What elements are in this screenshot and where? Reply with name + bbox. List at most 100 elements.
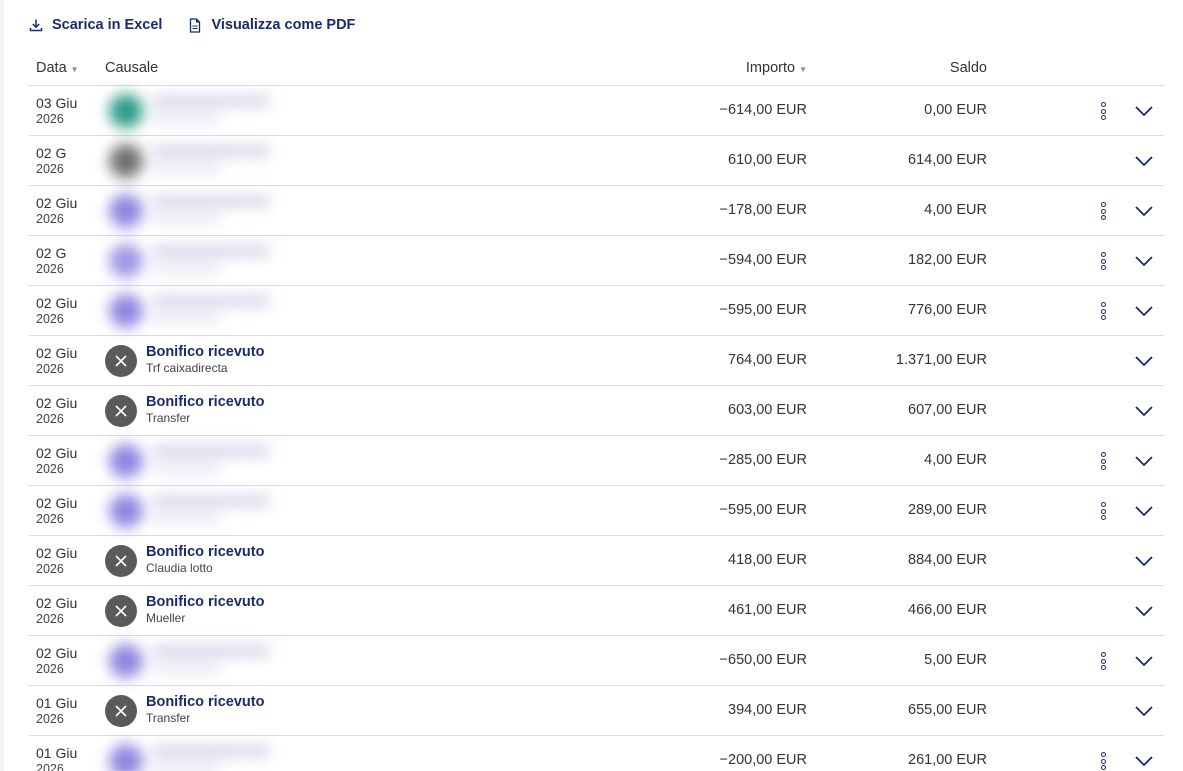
transaction-day: 02 Giu (36, 595, 78, 611)
kebab-menu-icon[interactable] (1095, 751, 1111, 771)
document-pdf-icon (190, 17, 201, 33)
transaction-title: Bonifico ricevuto (146, 394, 265, 410)
transaction-amount: 764,00 EUR (728, 352, 807, 368)
transaction-balance: 655,00 EUR (908, 702, 987, 718)
redacted-avatar (109, 244, 143, 278)
transaction-date: 02 Giu 2026 (36, 645, 77, 677)
kebab-menu-icon[interactable] (1095, 201, 1111, 221)
chevron-down-icon[interactable] (1133, 601, 1155, 621)
chevron-down-icon[interactable] (1133, 101, 1155, 121)
transaction-subtitle: Transfer (146, 711, 191, 725)
table-row[interactable]: 02 Giu 2026 Bonifico ricevuto Mueller 461,00… (29, 586, 1164, 636)
column-header-importo[interactable]: Importo ▼ (746, 60, 807, 76)
chevron-down-icon[interactable] (1133, 551, 1155, 571)
chevron-down-icon[interactable] (1133, 501, 1155, 521)
table-row[interactable]: 02 G 2026 −594,00 EUR 182,00 EUR (29, 236, 1164, 286)
kebab-menu-icon[interactable] (1095, 651, 1111, 671)
download-excel-button[interactable]: Scarica in Excel (29, 17, 162, 33)
table-row[interactable]: 03 Giu 2026 −614,00 EUR 0,00 EUR (29, 86, 1164, 136)
column-header-date[interactable]: Data ▼ (36, 60, 79, 76)
kebab-menu-icon[interactable] (1095, 451, 1111, 471)
table-row[interactable]: 01 Giu 2026 −200,00 EUR 261,00 EUR (29, 736, 1164, 771)
transaction-balance: 607,00 EUR (908, 402, 987, 418)
redacted-description (91, 732, 341, 771)
redacted-text-line (151, 446, 271, 456)
table-row[interactable]: 02 Giu 2026 −178,00 EUR 4,00 EUR (29, 186, 1164, 236)
transaction-balance: 466,00 EUR (908, 602, 987, 618)
transaction-day: 02 Giu (36, 645, 78, 661)
transaction-balance: 4,00 EUR (924, 202, 987, 218)
transaction-year: 2026 (36, 212, 64, 226)
table-body: 03 Giu 2026 −614,00 EUR 0,00 EUR 02 G 2026 610… (29, 86, 1164, 771)
table-row[interactable]: 02 Giu 2026 −650,00 EUR 5,00 EUR (29, 636, 1164, 686)
redacted-text-line (151, 96, 271, 106)
transaction-day: 02 Giu (36, 395, 78, 411)
transaction-day: 02 Giu (36, 545, 78, 561)
transaction-year: 2026 (36, 462, 64, 476)
chevron-down-icon[interactable] (1133, 301, 1155, 321)
transaction-year: 2026 (36, 512, 64, 526)
transaction-day: 01 Giu (36, 745, 78, 761)
chevron-down-icon[interactable] (1133, 451, 1155, 471)
redacted-description (91, 182, 341, 242)
transaction-description: Bonifico ricevuto Mueller (146, 594, 264, 626)
transaction-day: 02 G (36, 145, 67, 161)
table-row[interactable]: 01 Giu 2026 Bonifico ricevuto Transfer 394,0… (29, 686, 1164, 736)
transaction-year: 2026 (36, 712, 64, 726)
redacted-text-line (151, 146, 271, 156)
redacted-avatar (109, 194, 143, 228)
kebab-menu-icon[interactable] (1095, 501, 1111, 521)
transaction-date: 03 Giu 2026 (36, 95, 77, 127)
transaction-year: 2026 (36, 262, 64, 276)
table-row[interactable]: 02 Giu 2026 Bonifico ricevuto Transfer 603,0… (29, 386, 1164, 436)
sort-caret-icon: ▼ (70, 64, 79, 74)
table-row[interactable]: 02 Giu 2026 Bonifico ricevuto Trf caixadire… (29, 336, 1164, 386)
view-pdf-label: Visualizza come PDF (211, 17, 356, 33)
chevron-down-icon[interactable] (1133, 151, 1155, 171)
transaction-amount: 461,00 EUR (728, 602, 807, 618)
transaction-amount: 394,00 EUR (728, 702, 807, 718)
redacted-text-line (151, 246, 271, 256)
chevron-down-icon[interactable] (1133, 201, 1155, 221)
column-header-saldo-label: Saldo (949, 60, 987, 76)
transaction-subtitle: Mueller (146, 611, 186, 625)
table-row[interactable]: 02 Giu 2026 −285,00 EUR 4,00 EUR (29, 436, 1164, 486)
chevron-down-icon[interactable] (1133, 751, 1155, 771)
redacted-text-line (151, 764, 221, 771)
kebab-menu-icon[interactable] (1095, 251, 1111, 271)
transaction-date: 02 Giu 2026 (36, 195, 77, 227)
transaction-date: 02 Giu 2026 (36, 295, 77, 327)
transaction-date: 02 Giu 2026 (36, 545, 77, 577)
transaction-year: 2026 (36, 762, 64, 771)
chevron-down-icon[interactable] (1133, 401, 1155, 421)
table-row[interactable]: 02 G 2026 610,00 EUR 614,00 EUR (29, 136, 1164, 186)
kebab-menu-icon[interactable] (1095, 101, 1111, 121)
chevron-down-icon[interactable] (1133, 251, 1155, 271)
transaction-date: 01 Giu 2026 (36, 745, 77, 771)
transaction-amount: 610,00 EUR (728, 152, 807, 168)
chevron-down-icon[interactable] (1133, 651, 1155, 671)
transaction-balance: 0,00 EUR (924, 102, 987, 118)
transaction-date: 02 Giu 2026 (36, 395, 77, 427)
redacted-text-line (151, 664, 221, 672)
transaction-date: 02 Giu 2026 (36, 595, 77, 627)
table-row[interactable]: 02 Giu 2026 −595,00 EUR 776,00 EUR (29, 286, 1164, 336)
transaction-amount: −595,00 EUR (719, 502, 807, 518)
transaction-year: 2026 (36, 112, 64, 126)
view-pdf-button[interactable]: Visualizza come PDF (188, 17, 355, 33)
chevron-down-icon[interactable] (1133, 701, 1155, 721)
table-row[interactable]: 02 Giu 2026 −595,00 EUR 289,00 EUR (29, 486, 1164, 536)
chevron-down-icon[interactable] (1133, 351, 1155, 371)
column-header-importo-label: Importo (745, 60, 796, 76)
table-row[interactable]: 02 Giu 2026 Bonifico ricevuto Claudia lotto… (29, 536, 1164, 586)
transaction-amount: 603,00 EUR (728, 402, 807, 418)
redacted-description (91, 132, 341, 192)
transaction-day: 01 Giu (36, 695, 78, 711)
transaction-title: Bonifico ricevuto (146, 344, 265, 360)
transaction-description: Bonifico ricevuto Transfer (146, 694, 264, 726)
redacted-description (91, 232, 341, 292)
redacted-text-line (151, 164, 221, 172)
redacted-avatar (109, 744, 143, 771)
redacted-description (91, 432, 341, 492)
kebab-menu-icon[interactable] (1095, 301, 1111, 321)
